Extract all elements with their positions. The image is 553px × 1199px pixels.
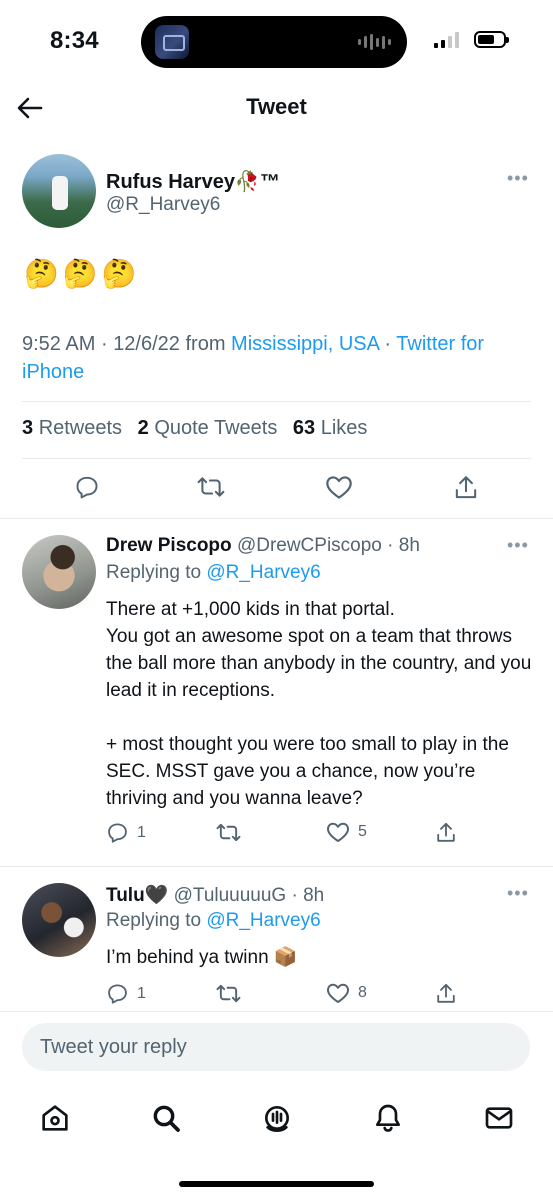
divider — [22, 401, 531, 402]
share-icon — [437, 983, 455, 1003]
reply-button[interactable] — [74, 474, 100, 500]
tweet-text: 🤔🤔🤔 — [24, 258, 141, 289]
status-bar: 8:34 — [0, 0, 553, 82]
retweet-button[interactable] — [197, 474, 225, 500]
more-options-icon[interactable]: ••• — [507, 168, 529, 189]
divider — [0, 866, 553, 867]
share-icon — [455, 476, 477, 499]
likes-stat[interactable]: 63 Likes — [293, 417, 368, 439]
messages-icon — [485, 1107, 513, 1129]
avatar[interactable] — [22, 154, 96, 228]
divider — [0, 518, 553, 519]
home-indicator — [179, 1181, 374, 1187]
reply-icon — [108, 984, 127, 1004]
reply-text: There at +1,000 kids in that portal. You… — [106, 599, 532, 809]
quote-tweets-stat[interactable]: 2 Quote Tweets — [138, 417, 278, 439]
meta-separator: · — [384, 333, 392, 355]
retweets-stat[interactable]: 3 Retweets — [22, 417, 122, 439]
tweet-stats: 3 Retweets 2 Quote Tweets 63 Likes — [22, 417, 367, 440]
like-button[interactable] — [325, 474, 353, 500]
replying-to-link[interactable]: @R_Harvey6 — [206, 562, 320, 583]
replying-to: Replying to @R_Harvey6 — [106, 910, 321, 931]
now-playing-artwork — [155, 25, 189, 59]
share-button[interactable] — [453, 474, 479, 502]
reply-author[interactable]: Drew Piscopo @DrewCPiscopo · 8h — [106, 535, 420, 557]
from-label: from — [185, 333, 226, 355]
battery-icon — [474, 31, 509, 48]
like-button[interactable]: 8 — [326, 982, 367, 1004]
reply-author-handle: @TuluuuuuG — [173, 885, 287, 906]
cellular-signal-icon — [434, 32, 459, 48]
more-options-icon[interactable]: ••• — [507, 535, 529, 556]
share-icon — [437, 822, 455, 842]
like-count: 5 — [358, 823, 367, 840]
dynamic-island — [141, 16, 407, 68]
tweet-location-link[interactable]: Mississippi, USA — [231, 333, 379, 355]
tweet-time: 9:52 AM — [22, 333, 96, 355]
reply-icon — [108, 823, 127, 843]
share-button[interactable] — [435, 982, 457, 1006]
reply-author-handle: @DrewCPiscopo — [236, 535, 382, 556]
status-time: 8:34 — [50, 27, 99, 54]
retweet-button[interactable] — [216, 821, 241, 844]
tab-notifications[interactable] — [366, 1096, 410, 1140]
tweet-meta: 9:52 AM · 12/6/22 from Mississippi, USA … — [22, 330, 532, 386]
heart-icon — [327, 983, 349, 1003]
like-button[interactable]: 5 — [326, 821, 367, 843]
reply-count: 1 — [137, 823, 146, 841]
author-name[interactable]: Rufus Harvey🥀™ — [106, 169, 280, 194]
meta-separator: · — [100, 333, 108, 355]
tab-bar — [0, 1096, 553, 1140]
page-title: Tweet — [246, 94, 307, 119]
replying-to: Replying to @R_Harvey6 — [106, 562, 321, 583]
tab-search[interactable] — [144, 1096, 188, 1140]
reply-button[interactable]: 1 — [106, 982, 146, 1005]
tab-messages[interactable] — [477, 1096, 521, 1140]
heart-icon — [327, 822, 349, 842]
reply-author-name: Tulu🖤 — [106, 885, 169, 906]
retweet-button[interactable] — [216, 982, 241, 1005]
reply-input[interactable]: Tweet your reply — [22, 1023, 530, 1071]
retweet-icon — [216, 984, 241, 1003]
search-icon — [153, 1105, 180, 1132]
spaces-icon — [265, 1106, 289, 1133]
reply-time: · 8h — [291, 885, 325, 906]
share-button[interactable] — [435, 821, 457, 845]
reply-button[interactable]: 1 — [106, 821, 146, 844]
tab-home[interactable] — [33, 1096, 77, 1140]
like-count: 8 — [358, 984, 367, 1001]
tab-spaces[interactable] — [255, 1096, 299, 1140]
audio-waveform-icon — [358, 34, 391, 50]
replying-to-link[interactable]: @R_Harvey6 — [206, 910, 320, 931]
reply-author[interactable]: Tulu🖤 @TuluuuuuG · 8h — [106, 883, 324, 907]
tweet-date: 12/6/22 — [113, 333, 180, 355]
compose-bar: Tweet your reply — [0, 1011, 553, 1199]
reply-count: 1 — [137, 984, 146, 1002]
retweet-icon — [197, 477, 225, 497]
notifications-icon — [376, 1104, 400, 1132]
reply-author-name: Drew Piscopo — [106, 535, 232, 556]
home-icon — [42, 1105, 68, 1131]
divider — [22, 458, 531, 459]
author-handle[interactable]: @R_Harvey6 — [106, 194, 220, 216]
nav-header: Tweet — [0, 82, 553, 134]
more-options-icon[interactable]: ••• — [507, 883, 529, 904]
reply-time: · 8h — [387, 535, 420, 556]
reply-text: I’m behind ya twinn 📦 — [106, 947, 298, 968]
avatar[interactable] — [22, 883, 96, 957]
retweet-icon — [216, 823, 241, 842]
reply-icon — [76, 476, 98, 499]
heart-icon — [326, 476, 352, 499]
avatar[interactable] — [22, 535, 96, 609]
